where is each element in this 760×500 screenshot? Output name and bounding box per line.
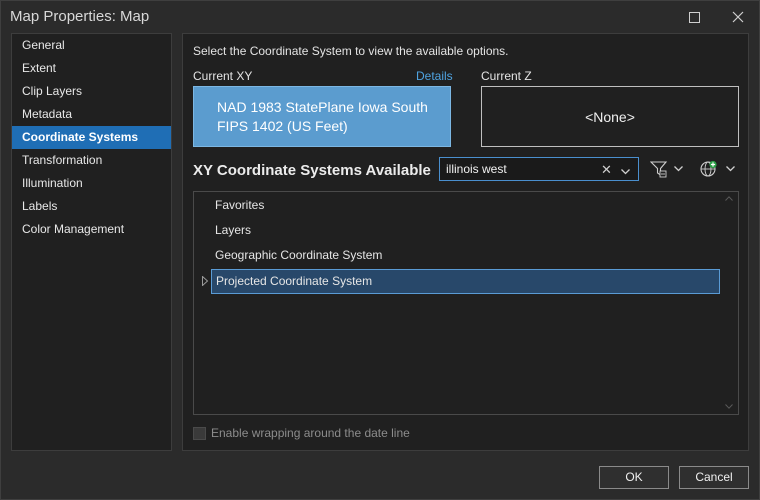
ok-button[interactable]: OK: [599, 466, 669, 489]
maximize-button[interactable]: [684, 7, 704, 27]
search-box: ✕: [439, 157, 639, 181]
current-z-value: <None>: [585, 109, 635, 125]
add-coordinate-system-button[interactable]: [700, 158, 735, 180]
wrap-date-line-label: Enable wrapping around the date line: [211, 426, 410, 440]
tree-item-favorites[interactable]: Favorites: [211, 194, 720, 219]
coordinate-systems-panel: Select the Coordinate System to view the…: [182, 33, 749, 451]
sidebar-item-metadata[interactable]: Metadata: [12, 103, 171, 126]
close-button[interactable]: [728, 7, 748, 27]
globe-add-icon: [700, 160, 718, 178]
clear-search-icon[interactable]: ✕: [601, 162, 612, 178]
coordinate-system-tree: Favorites Layers Geographic Coordinate S…: [193, 191, 739, 415]
sidebar-item-color-management[interactable]: Color Management: [12, 218, 171, 241]
cancel-button[interactable]: Cancel: [679, 466, 749, 489]
chevron-down-icon: [674, 166, 683, 172]
map-properties-window: Map Properties: Map General Extent Clip …: [0, 0, 760, 500]
filter-button[interactable]: [650, 158, 683, 180]
search-input[interactable]: [446, 161, 596, 177]
title-bar[interactable]: Map Properties: Map: [1, 1, 759, 33]
tree-item-projected[interactable]: Projected Coordinate System: [211, 269, 720, 294]
wrap-date-line-option: Enable wrapping around the date line: [193, 426, 410, 440]
tree-item-layers[interactable]: Layers: [211, 219, 720, 244]
maximize-icon: [689, 12, 700, 23]
chevron-down-icon[interactable]: [621, 164, 630, 178]
close-icon: [732, 11, 744, 23]
expand-arrow-icon[interactable]: [201, 276, 209, 286]
sidebar-item-general[interactable]: General: [12, 34, 171, 57]
window-title: Map Properties: Map: [10, 8, 149, 25]
current-xy-value-line2: FIPS 1402 (US Feet): [217, 117, 450, 136]
properties-sidebar: General Extent Clip Layers Metadata Coor…: [11, 33, 172, 451]
sidebar-item-transformation[interactable]: Transformation: [12, 149, 171, 172]
current-z-box[interactable]: <None>: [481, 86, 739, 147]
sidebar-item-illumination[interactable]: Illumination: [12, 172, 171, 195]
current-xy-value-line1: NAD 1983 StatePlane Iowa South: [217, 98, 450, 117]
current-z-label: Current Z: [481, 69, 532, 83]
current-xy-box[interactable]: NAD 1983 StatePlane Iowa South FIPS 1402…: [193, 86, 451, 147]
sidebar-item-coordinate-systems[interactable]: Coordinate Systems: [12, 126, 171, 149]
details-link[interactable]: Details: [416, 69, 453, 83]
chevron-down-icon: [726, 166, 735, 172]
sidebar-item-labels[interactable]: Labels: [12, 195, 171, 218]
sidebar-item-clip-layers[interactable]: Clip Layers: [12, 80, 171, 103]
filter-icon: [650, 160, 668, 178]
current-xy-label: Current XY: [193, 69, 252, 83]
available-systems-title: XY Coordinate Systems Available: [193, 162, 431, 179]
instruction-text: Select the Coordinate System to view the…: [193, 44, 509, 58]
sidebar-item-extent[interactable]: Extent: [12, 57, 171, 80]
wrap-date-line-checkbox[interactable]: [193, 427, 206, 440]
tree-item-geographic[interactable]: Geographic Coordinate System: [211, 244, 720, 269]
scroll-down-icon[interactable]: [725, 404, 733, 409]
scroll-up-icon[interactable]: [725, 196, 733, 201]
